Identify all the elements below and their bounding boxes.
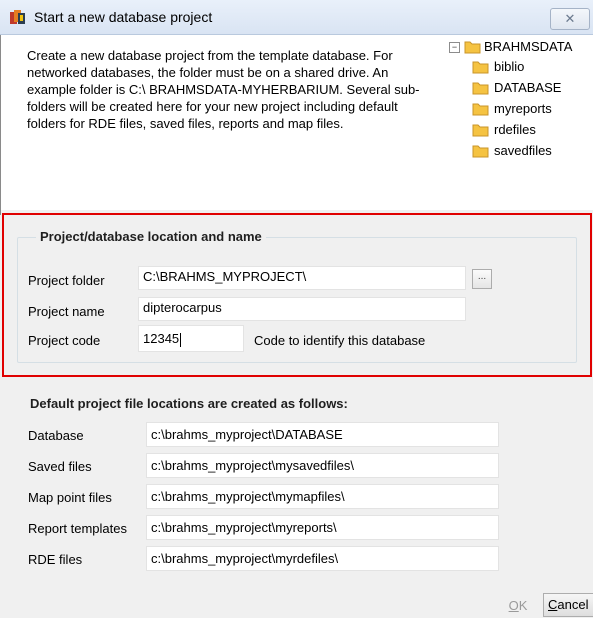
collapse-icon[interactable]: −	[449, 42, 460, 53]
location-field-map-point-files[interactable]: c:\brahms_myproject\mymapfiles\	[146, 484, 499, 509]
location-field-rde-files[interactable]: c:\brahms_myproject\myrdefiles\	[146, 546, 499, 571]
ok-label-rest: K	[518, 598, 528, 613]
location-field-saved-files[interactable]: c:\brahms_myproject\mysavedfiles\	[146, 453, 499, 478]
location-field-report-templates[interactable]: c:\brahms_myproject\myreports\	[146, 515, 499, 540]
location-label-saved-files: Saved files	[28, 459, 92, 474]
tree-item-label: biblio	[494, 59, 525, 74]
cancel-label-rest: ancel	[557, 597, 589, 612]
ok-mnemonic: O	[508, 598, 519, 613]
location-field-database[interactable]: c:\brahms_myproject\DATABASE	[146, 422, 499, 447]
location-label-rde-files: RDE files	[28, 552, 83, 567]
locations-heading: Default project file locations are creat…	[30, 396, 348, 411]
folder-icon	[472, 124, 489, 137]
folder-icon	[464, 41, 481, 54]
title-bar: Start a new database project ✕	[0, 0, 593, 35]
folder-icon	[472, 145, 489, 158]
window-title: Start a new database project	[34, 9, 213, 25]
tree-root-label: BRAHMSDATA	[484, 39, 573, 54]
ok-button[interactable]: OK	[498, 595, 538, 617]
app-icon	[10, 10, 25, 24]
tree-item-label: DATABASE	[494, 80, 562, 95]
tree-item-label: rdefiles	[494, 122, 536, 137]
highlight-frame	[2, 213, 592, 377]
tree-item-label: savedfiles	[494, 143, 552, 158]
close-button[interactable]: ✕	[550, 8, 590, 30]
folder-icon	[472, 82, 489, 95]
cancel-button[interactable]: Cancel	[543, 593, 593, 617]
cancel-mnemonic: C	[548, 597, 558, 612]
tree-item-label: myreports	[494, 101, 552, 116]
folder-icon	[472, 103, 489, 116]
location-label-report-templates: Report templates	[28, 521, 127, 536]
divider	[0, 35, 1, 215]
location-label-database: Database	[28, 428, 84, 443]
folder-icon	[472, 61, 489, 74]
close-icon: ✕	[564, 11, 576, 26]
location-label-map-point-files: Map point files	[28, 490, 112, 505]
intro-text: Create a new database project from the t…	[27, 47, 437, 132]
